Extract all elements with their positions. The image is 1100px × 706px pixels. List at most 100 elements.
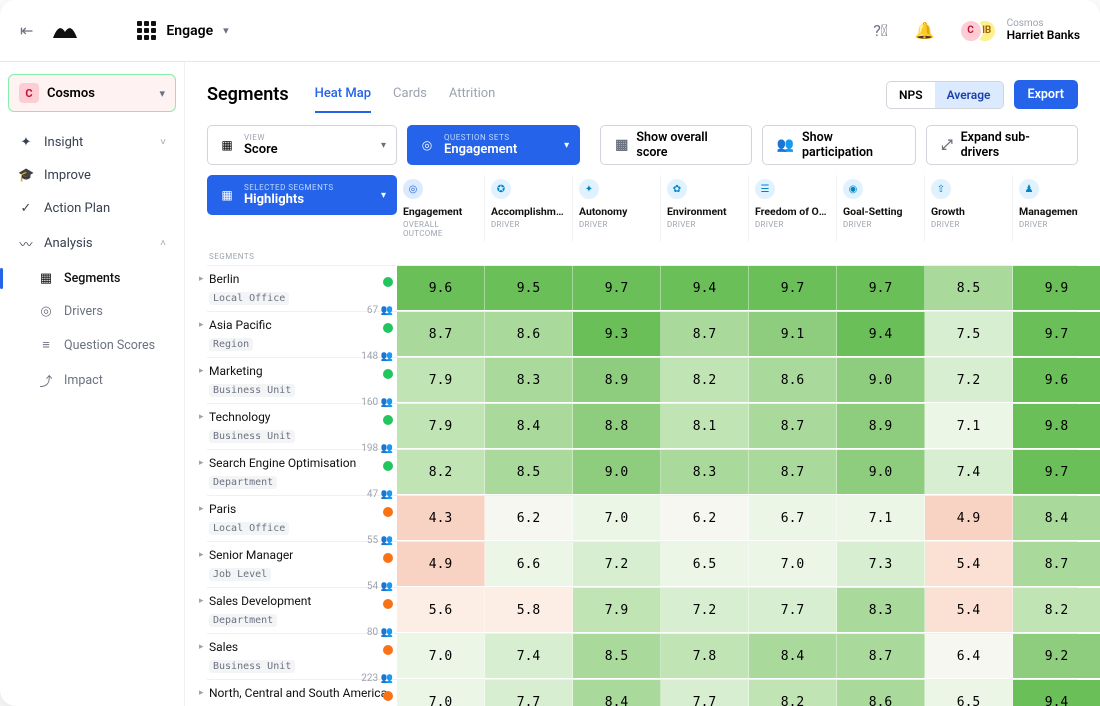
heatmap-cell[interactable]: 8.3: [485, 358, 573, 402]
heatmap-cell[interactable]: 7.1: [837, 496, 925, 540]
heatmap-cell[interactable]: 7.2: [925, 358, 1013, 402]
heatmap-cell[interactable]: 7.4: [485, 634, 573, 678]
column-header[interactable]: ♟Management SupportDRIVER: [1013, 175, 1078, 242]
heatmap-cell[interactable]: 9.7: [573, 266, 661, 310]
column-header[interactable]: ✿EnvironmentDRIVER: [661, 175, 749, 242]
heatmap-cell[interactable]: 7.5: [925, 312, 1013, 356]
score-toggle[interactable]: NPS Average: [886, 81, 1003, 109]
heatmap-cell[interactable]: 8.2: [749, 680, 837, 706]
heatmap-cell[interactable]: 8.5: [925, 266, 1013, 310]
view-dropdown[interactable]: ▦ VIEWScore ▾: [207, 125, 397, 165]
heatmap-cell[interactable]: 7.2: [661, 588, 749, 632]
heatmap-cell[interactable]: 8.2: [661, 358, 749, 402]
heatmap-cell[interactable]: 8.3: [661, 450, 749, 494]
tab-cards[interactable]: Cards: [393, 76, 427, 113]
heatmap-cell[interactable]: 8.7: [1013, 542, 1100, 586]
heatmap-cell[interactable]: 8.7: [749, 450, 837, 494]
heatmap-cell[interactable]: 7.1: [925, 404, 1013, 448]
heatmap-cell[interactable]: 9.9: [1013, 266, 1100, 310]
heatmap-cell[interactable]: 8.7: [661, 312, 749, 356]
heatmap-cell[interactable]: 6.7: [749, 496, 837, 540]
heatmap-cell[interactable]: 6.5: [925, 680, 1013, 706]
heatmap-cell[interactable]: 8.7: [397, 312, 485, 356]
heatmap-cell[interactable]: 8.9: [837, 404, 925, 448]
heatmap-cell[interactable]: 7.0: [573, 496, 661, 540]
segment-label[interactable]: ▸SalesBusiness Unit223 👥: [207, 634, 397, 679]
heatmap-cell[interactable]: 8.6: [749, 358, 837, 402]
column-header[interactable]: ✪AccomplishmentDRIVER: [485, 175, 573, 242]
column-header[interactable]: ✦AutonomyDRIVER: [573, 175, 661, 242]
nav-impact[interactable]: ⤴Impact: [8, 362, 176, 399]
heatmap-cell[interactable]: 5.4: [925, 542, 1013, 586]
heatmap-cell[interactable]: 6.2: [661, 496, 749, 540]
heatmap-cell[interactable]: 6.5: [661, 542, 749, 586]
heatmap-cell[interactable]: 7.9: [397, 404, 485, 448]
heatmap-cell[interactable]: 4.9: [925, 496, 1013, 540]
column-header[interactable]: ☰Freedom of OpinionsDRIVER: [749, 175, 837, 242]
toggle-average[interactable]: Average: [935, 82, 1003, 108]
segment-label[interactable]: ▸Senior ManagerJob Level54 👥: [207, 542, 397, 587]
expand-subdrivers-button[interactable]: ⤢Expand sub-drivers: [926, 125, 1078, 165]
heatmap-cell[interactable]: 8.7: [749, 404, 837, 448]
heatmap-cell[interactable]: 8.8: [573, 404, 661, 448]
heatmap-cell[interactable]: 6.2: [485, 496, 573, 540]
heatmap-cell[interactable]: 9.0: [573, 450, 661, 494]
heatmap-cell[interactable]: 8.4: [573, 680, 661, 706]
column-header[interactable]: ◎EngagementOVERALL OUTCOME: [397, 175, 485, 242]
selected-segments-dropdown[interactable]: ▦ SELECTED SEGMENTSHighlights ▾: [207, 175, 397, 215]
heatmap-cell[interactable]: 5.6: [397, 588, 485, 632]
heatmap-cell[interactable]: 8.5: [485, 450, 573, 494]
heatmap-cell[interactable]: 8.4: [749, 634, 837, 678]
show-participation-button[interactable]: 👥Show participation: [762, 125, 917, 165]
segment-label[interactable]: ▸Sales DevelopmentDepartment80 👥: [207, 588, 397, 633]
question-sets-dropdown[interactable]: ◎ QUESTION SETSEngagement ▾: [407, 125, 580, 165]
heatmap-cell[interactable]: 7.7: [661, 680, 749, 706]
nav-analysis[interactable]: 〰Analysis˄: [8, 225, 176, 262]
column-header[interactable]: ⇧GrowthDRIVER: [925, 175, 1013, 242]
export-button[interactable]: Export: [1014, 80, 1078, 109]
segment-label[interactable]: ▸ParisLocal Office55 👥: [207, 496, 397, 541]
app-switcher[interactable]: Engage ▾: [137, 21, 228, 40]
collapse-sidebar-icon[interactable]: ⇤: [20, 21, 33, 40]
column-header[interactable]: ◉Goal-SettingDRIVER: [837, 175, 925, 242]
heatmap-cell[interactable]: 8.7: [837, 634, 925, 678]
segment-label[interactable]: ▸MarketingBusiness Unit160 👥: [207, 358, 397, 403]
segment-label[interactable]: ▸North, Central and South AmericaRegion3…: [207, 680, 397, 706]
heatmap-cell[interactable]: 9.4: [837, 312, 925, 356]
tab-attrition[interactable]: Attrition: [449, 76, 495, 113]
nav-insight[interactable]: ✦Insight˅: [8, 126, 176, 159]
heatmap-cell[interactable]: 8.2: [1013, 588, 1100, 632]
help-icon[interactable]: ?⃝: [871, 21, 891, 41]
heatmap-cell[interactable]: 7.4: [925, 450, 1013, 494]
heatmap-cell[interactable]: 6.6: [485, 542, 573, 586]
heatmap-cell[interactable]: 9.2: [1013, 634, 1100, 678]
heatmap-cell[interactable]: 8.5: [573, 634, 661, 678]
segment-label[interactable]: ▸BerlinLocal Office67 👥: [207, 266, 397, 311]
heatmap-cell[interactable]: 9.7: [749, 266, 837, 310]
segment-label[interactable]: ▸Search Engine OptimisationDepartment47 …: [207, 450, 397, 495]
heatmap-cell[interactable]: 9.5: [485, 266, 573, 310]
heatmap-cell[interactable]: 7.8: [661, 634, 749, 678]
heatmap-cell[interactable]: 5.8: [485, 588, 573, 632]
heatmap-cell[interactable]: 9.0: [837, 358, 925, 402]
heatmap-cell[interactable]: 4.3: [397, 496, 485, 540]
nav-action-plan[interactable]: ✓Action Plan: [8, 192, 176, 225]
heatmap-cell[interactable]: 8.6: [485, 312, 573, 356]
tab-heat-map[interactable]: Heat Map: [315, 76, 371, 113]
segment-label[interactable]: ▸TechnologyBusiness Unit198 👥: [207, 404, 397, 449]
toggle-nps[interactable]: NPS: [887, 82, 935, 108]
heatmap-cell[interactable]: 8.1: [661, 404, 749, 448]
heatmap-cell[interactable]: 8.9: [573, 358, 661, 402]
heatmap-cell[interactable]: 7.9: [397, 358, 485, 402]
heatmap-cell[interactable]: 7.7: [485, 680, 573, 706]
heatmap-cell[interactable]: 7.3: [837, 542, 925, 586]
heatmap-cell[interactable]: 8.6: [837, 680, 925, 706]
heatmap-cell[interactable]: 7.7: [749, 588, 837, 632]
heatmap-cell[interactable]: 9.7: [837, 266, 925, 310]
heatmap-cell[interactable]: 9.4: [1013, 680, 1100, 706]
heatmap-cell[interactable]: 7.0: [749, 542, 837, 586]
heatmap-cell[interactable]: 9.4: [661, 266, 749, 310]
heatmap-cell[interactable]: 9.6: [1013, 358, 1100, 402]
segment-label[interactable]: ▸Asia PacificRegion148 👥: [207, 312, 397, 357]
heatmap-cell[interactable]: 9.8: [1013, 404, 1100, 448]
